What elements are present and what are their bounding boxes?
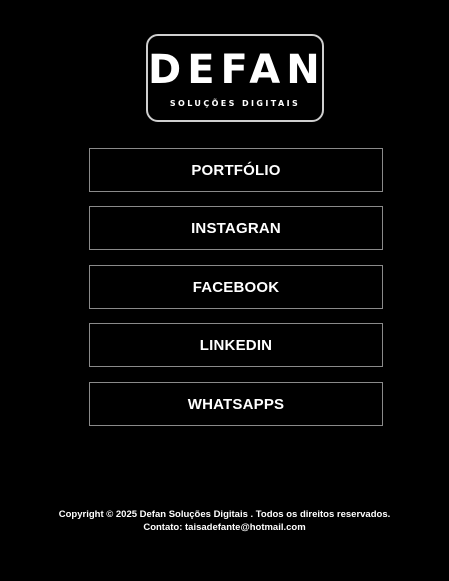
facebook-button-label: FACEBOOK (192, 278, 280, 296)
linkedin-button-label: LINKEDIN (199, 336, 273, 354)
instagram-button-label: INSTAGRAN (191, 219, 281, 237)
instagram-button[interactable]: INSTAGRAN (89, 206, 383, 250)
whatsapp-button[interactable]: WHATSAPPS (89, 382, 383, 426)
footer: Copyright © 2025 Defan Soluções Digitais… (0, 508, 449, 534)
facebook-button[interactable]: FACEBOOK (89, 265, 383, 309)
portfolio-button-label: PORTFÓLIO (191, 161, 281, 179)
linkedin-button[interactable]: LINKEDIN (89, 323, 383, 367)
logo: DEFAN SOLUÇÕES DIGITAIS (146, 34, 324, 122)
footer-copyright: Copyright © 2025 Defan Soluções Digitais… (58, 509, 391, 520)
whatsapp-button-label: WHATSAPPS (187, 395, 285, 413)
logo-wordmark: DEFAN (148, 47, 326, 93)
portfolio-button[interactable]: PORTFÓLIO (89, 148, 383, 192)
logo-tagline: SOLUÇÕES DIGITAIS (169, 99, 301, 108)
footer-contact: Contato: taisadefante@hotmail.com (143, 522, 306, 533)
